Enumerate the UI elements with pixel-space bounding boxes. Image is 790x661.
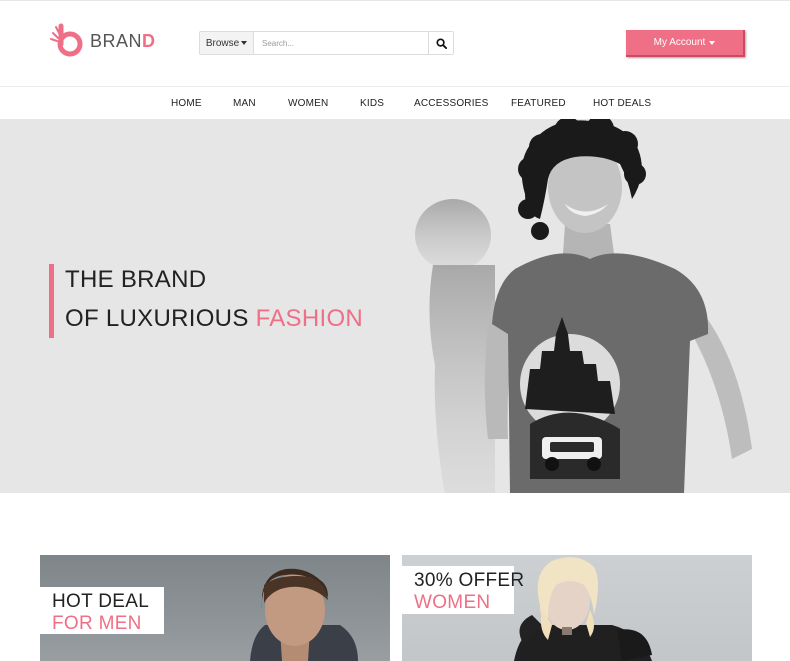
browse-label: Browse (205, 37, 240, 49)
brand-name-main: BRAN (90, 30, 143, 51)
site-header: BRAND Browse My Account (0, 1, 790, 86)
promo-women-line2: WOMEN (414, 592, 491, 613)
promo-men-line2: FOR MEN (52, 613, 142, 634)
brand-logo-icon (50, 23, 83, 57)
main-nav: HOME MAN WOMEN KIDS ACCESSORIES FEATURED… (0, 86, 790, 119)
browse-dropdown[interactable]: Browse (200, 32, 254, 54)
search-icon (435, 37, 447, 49)
brand-name-accent: D (142, 30, 156, 51)
hero-accent-bar (49, 264, 54, 338)
hero-title-line2: OF LUXURIOUS FASHION (65, 305, 363, 333)
promo-women-banner[interactable]: 30% OFFER WOMEN (402, 555, 752, 661)
caret-down-icon (241, 41, 248, 45)
caret-down-icon (709, 40, 716, 45)
promo-men-label: HOT DEAL FOR MEN (40, 587, 164, 634)
nav-item-man[interactable]: MAN (233, 98, 256, 109)
nav-item-hot-deals[interactable]: HOT DEALS (593, 98, 651, 109)
nav-item-featured[interactable]: FEATURED (511, 98, 566, 109)
my-account-label: My Account (653, 37, 706, 48)
nav-item-kids[interactable]: KIDS (360, 98, 384, 109)
nav-item-home[interactable]: HOME (171, 98, 202, 109)
promo-men-line1: HOT DEAL (52, 591, 150, 612)
promo-men-banner[interactable]: HOT DEAL FOR MEN (40, 555, 390, 661)
hero-title-accent: FASHION (255, 305, 364, 332)
promo-women-label: 30% OFFER WOMEN (402, 566, 525, 614)
hero-title-line1: THE BRAND (65, 266, 207, 293)
search-bar: Browse (199, 31, 454, 55)
nav-item-women[interactable]: WOMEN (288, 98, 328, 109)
hero-banner: THE BRAND OF LUXURIOUS FASHION (0, 119, 790, 493)
search-button[interactable] (428, 32, 453, 54)
search-input[interactable] (254, 32, 428, 54)
nav-item-accessories[interactable]: ACCESSORIES (414, 98, 488, 109)
promo-women-line1: 30% OFFER (414, 570, 525, 591)
brand-logo[interactable]: BRAND (48, 23, 168, 59)
hero-title-prefix: OF LUXURIOUS (65, 305, 256, 332)
hero-model-image (484, 119, 752, 493)
my-account-button[interactable]: My Account (626, 30, 745, 57)
brand-name: BRAND (90, 31, 156, 52)
